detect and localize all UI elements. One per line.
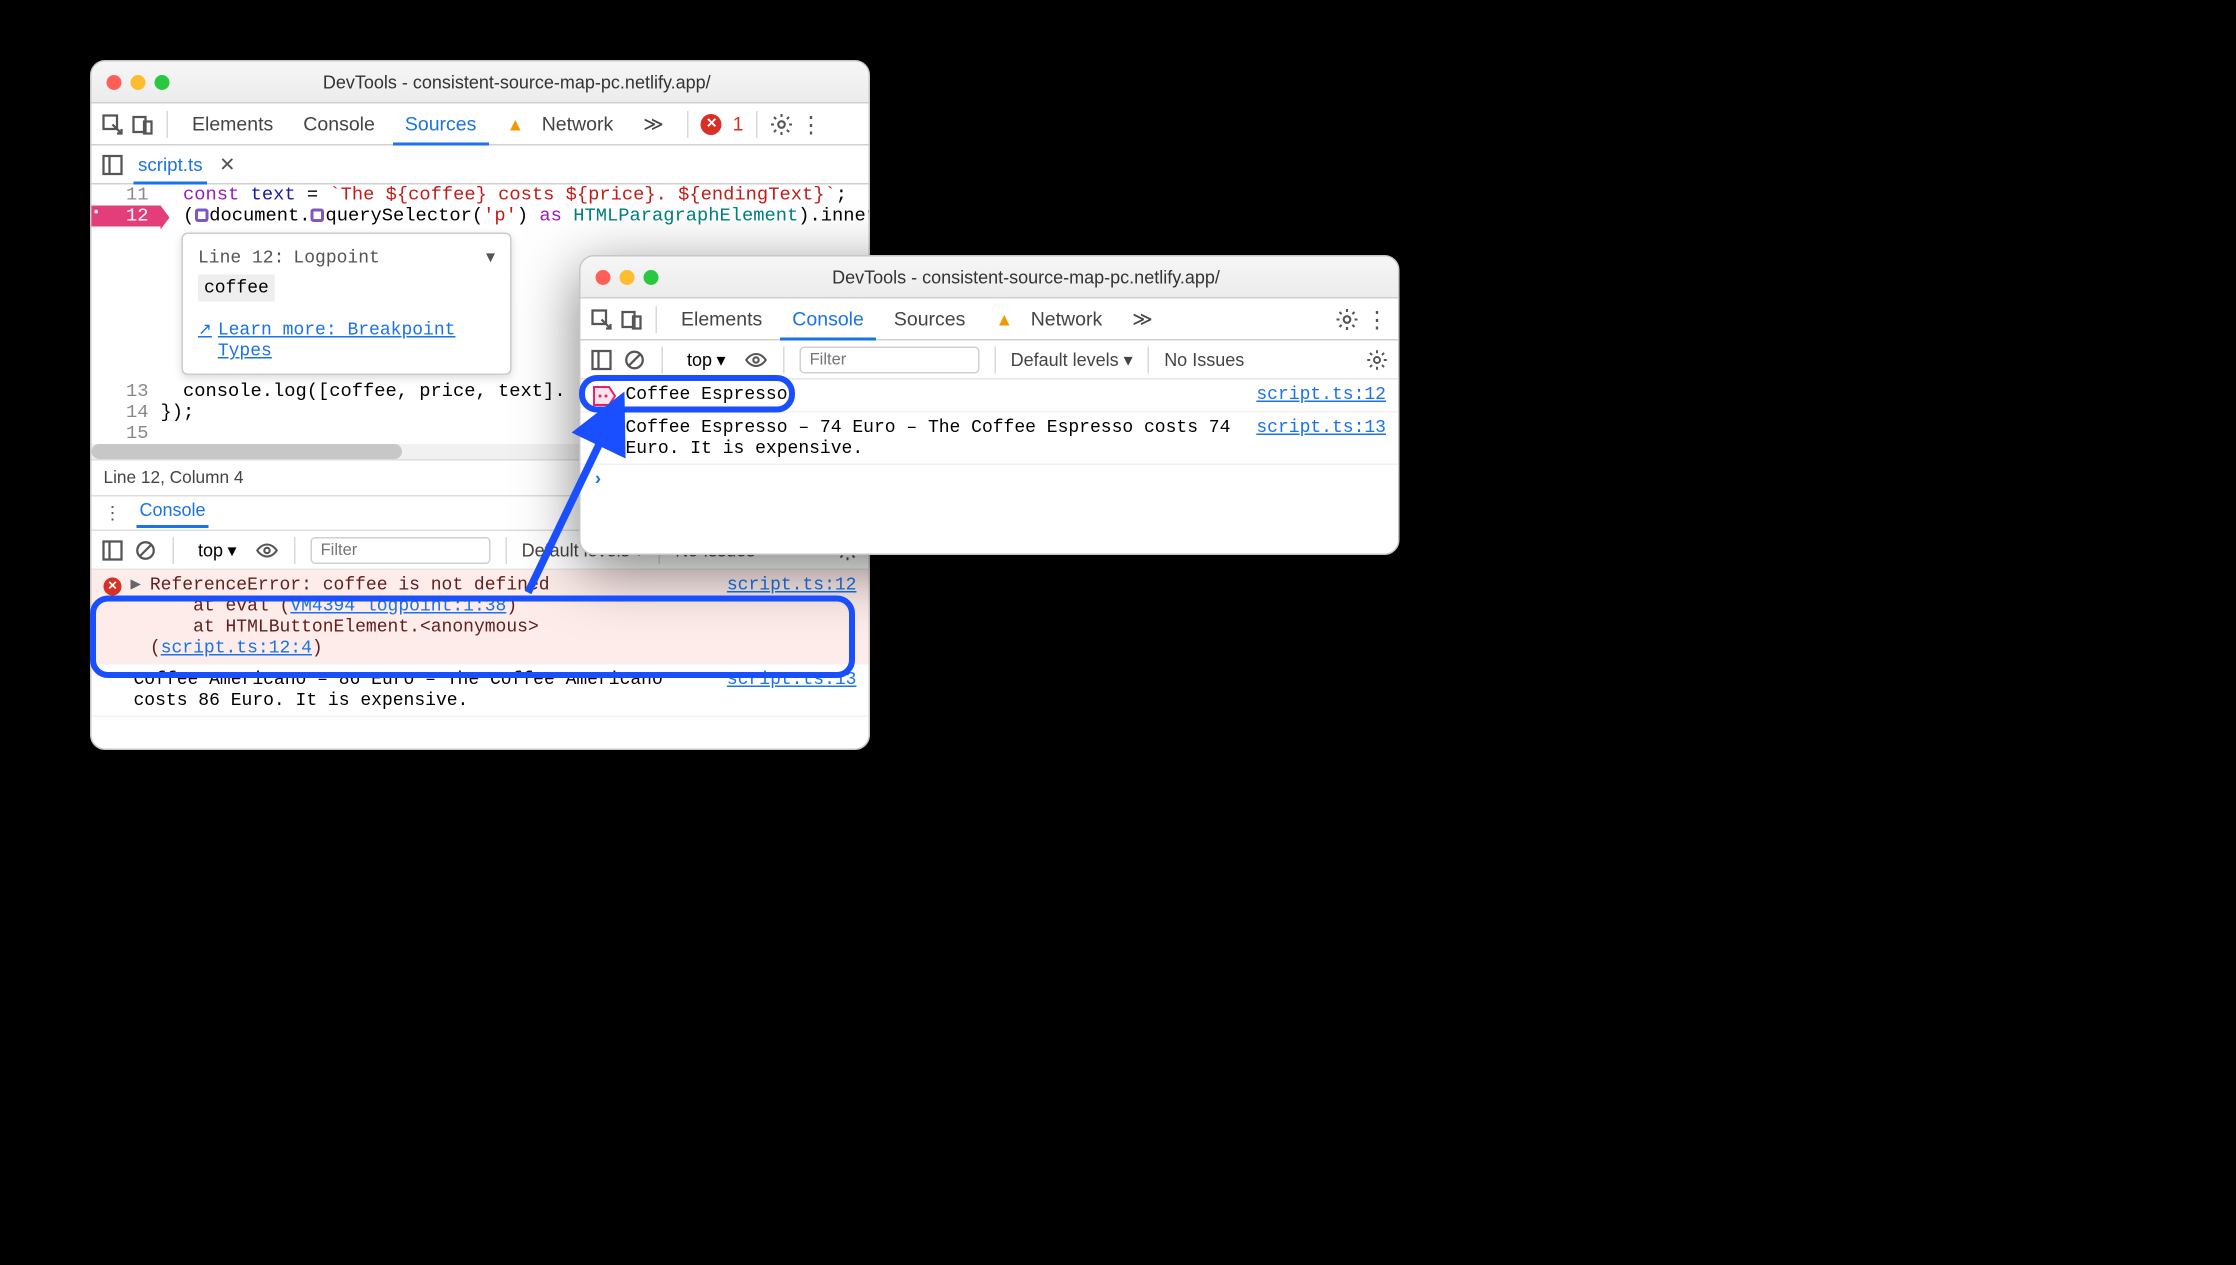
line-number-breakpoint[interactable]: 12 — [92, 206, 161, 227]
sources-subtabs: script.ts ✕ — [92, 146, 869, 185]
titlebar[interactable]: DevTools - consistent-source-map-pc.netl… — [92, 62, 869, 104]
stack-frame-link[interactable]: VM4394 logpoint:1:38 — [290, 596, 506, 617]
external-link-icon — [198, 320, 212, 362]
console-logpoint-message[interactable]: Coffee Espresso script.ts:12 — [581, 380, 1399, 413]
error-icon: ✕ — [104, 578, 122, 596]
execution-context-selector[interactable]: top ▾ — [678, 344, 735, 374]
live-expression-eye-icon[interactable] — [744, 347, 768, 371]
stack-frame-link[interactable]: script.ts:12:4 — [161, 638, 312, 659]
devtools-window-2: DevTools - consistent-source-map-pc.netl… — [579, 255, 1400, 555]
source-link[interactable]: script.ts:13 — [1256, 417, 1386, 438]
inspect-element-icon[interactable] — [101, 112, 125, 136]
line-number[interactable]: 14 — [92, 402, 161, 423]
clear-console-icon[interactable] — [134, 538, 158, 562]
logpoint-line-label: Line 12: — [198, 247, 284, 268]
device-toolbar-icon[interactable] — [131, 112, 155, 136]
chevron-down-icon[interactable]: ▾ — [486, 246, 495, 269]
device-toolbar-icon[interactable] — [620, 307, 644, 331]
navigator-toggle-icon[interactable] — [101, 152, 125, 176]
minimize-window-button[interactable] — [620, 269, 635, 284]
tab-elements[interactable]: Elements — [669, 299, 774, 340]
console-log-message[interactable]: Coffee Americano – 86 Euro – The Coffee … — [92, 665, 869, 718]
tabs-overflow[interactable]: ≫ — [1120, 299, 1164, 340]
console-toolbar: top ▾ Default levels ▾ No Issues — [581, 341, 1399, 380]
line-number[interactable]: 15 — [92, 423, 161, 444]
kebab-menu-icon[interactable]: ⋮ — [1365, 307, 1389, 331]
console-settings-gear-icon[interactable] — [1365, 347, 1389, 371]
logpoint-expression-input[interactable]: coffee — [198, 275, 275, 302]
minimize-window-button[interactable] — [131, 74, 146, 89]
console-prompt[interactable]: › — [581, 465, 1399, 495]
tab-console[interactable]: Console — [291, 104, 387, 145]
zoom-window-button[interactable] — [155, 74, 170, 89]
expand-toggle-icon[interactable]: ▶ — [131, 578, 141, 593]
code-line: const text = `The ${coffee} costs ${pric… — [161, 185, 869, 206]
main-tabs: Elements Console Sources ▲ Network ≫ ✕1 … — [92, 104, 869, 146]
cursor-position: Line 12, Column 4 — [104, 469, 244, 487]
settings-gear-icon[interactable] — [769, 112, 793, 136]
tab-console[interactable]: Console — [780, 299, 876, 340]
issues-link[interactable]: No Issues — [1164, 349, 1244, 370]
window-title: DevTools - consistent-source-map-pc.netl… — [180, 71, 854, 92]
tab-network[interactable]: ▲ Network — [983, 299, 1114, 340]
console-filter-input[interactable] — [310, 536, 490, 563]
log-levels-selector[interactable]: Default levels ▾ — [1011, 349, 1133, 370]
titlebar[interactable]: DevTools - consistent-source-map-pc.netl… — [581, 257, 1399, 299]
tabs-overflow[interactable]: ≫ — [631, 104, 675, 145]
logpoint-marker-icon — [593, 386, 617, 407]
learn-more-link[interactable]: Learn more: Breakpoint Types — [198, 320, 495, 362]
line-number[interactable]: 13 — [92, 381, 161, 402]
error-text: ReferenceError: coffee is not defined at… — [150, 575, 718, 659]
kebab-menu-icon[interactable]: ⋮ — [101, 501, 125, 525]
close-window-button[interactable] — [107, 74, 122, 89]
console-messages: Coffee Espresso script.ts:12 Coffee Espr… — [581, 380, 1399, 496]
tab-elements[interactable]: Elements — [180, 104, 285, 145]
code-line: (document.querySelector('p') as HTMLPara… — [161, 206, 869, 227]
error-count-icon[interactable]: ✕ — [701, 113, 722, 134]
chevron-down-icon: ▾ — [717, 349, 726, 370]
console-messages: ✕ ▶ ReferenceError: coffee is not define… — [92, 570, 869, 717]
close-file-icon[interactable]: ✕ — [216, 152, 235, 176]
tab-sources[interactable]: Sources — [393, 104, 489, 145]
log-text: Coffee Americano – 86 Euro – The Coffee … — [134, 669, 718, 711]
execution-context-selector[interactable]: top ▾ — [189, 535, 246, 565]
drawer-tab-console[interactable]: Console — [137, 499, 209, 528]
zoom-window-button[interactable] — [644, 269, 659, 284]
tab-network[interactable]: ▲ Network — [494, 104, 625, 145]
main-tabs: Elements Console Sources ▲ Network ≫ ⋮ — [581, 299, 1399, 341]
window-title: DevTools - consistent-source-map-pc.netl… — [669, 266, 1383, 287]
console-log-message[interactable]: Coffee Espresso – 74 Euro – The Coffee E… — [581, 413, 1399, 466]
prompt-chevron-icon: › — [593, 470, 604, 491]
tab-sources[interactable]: Sources — [882, 299, 978, 340]
console-filter-input[interactable] — [799, 346, 979, 373]
source-link[interactable]: script.ts:13 — [727, 669, 857, 690]
logpoint-editor-popover: Line 12: Logpoint ▾ coffee Learn more: B… — [182, 233, 512, 376]
live-expression-eye-icon[interactable] — [255, 538, 279, 562]
file-tab-script[interactable]: script.ts — [134, 154, 208, 184]
console-error-message[interactable]: ✕ ▶ ReferenceError: coffee is not define… — [92, 570, 869, 665]
line-number[interactable]: 11 — [92, 185, 161, 206]
chevron-down-icon: ▾ — [228, 539, 237, 560]
console-sidebar-toggle-icon[interactable] — [101, 538, 125, 562]
warning-icon: ▲ — [995, 308, 1013, 329]
clear-console-icon[interactable] — [623, 347, 647, 371]
log-text: Coffee Espresso – 74 Euro – The Coffee E… — [626, 417, 1248, 459]
kebab-menu-icon[interactable]: ⋮ — [799, 112, 823, 136]
error-count: 1 — [733, 113, 744, 136]
source-link[interactable]: script.ts:12 — [1256, 384, 1386, 405]
source-link[interactable]: script.ts:12 — [727, 575, 857, 596]
log-text: Coffee Espresso — [626, 384, 1248, 405]
close-window-button[interactable] — [596, 269, 611, 284]
inspect-element-icon[interactable] — [590, 307, 614, 331]
settings-gear-icon[interactable] — [1335, 307, 1359, 331]
console-sidebar-toggle-icon[interactable] — [590, 347, 614, 371]
logpoint-type-label[interactable]: Logpoint — [293, 247, 379, 268]
warning-icon: ▲ — [506, 113, 524, 134]
